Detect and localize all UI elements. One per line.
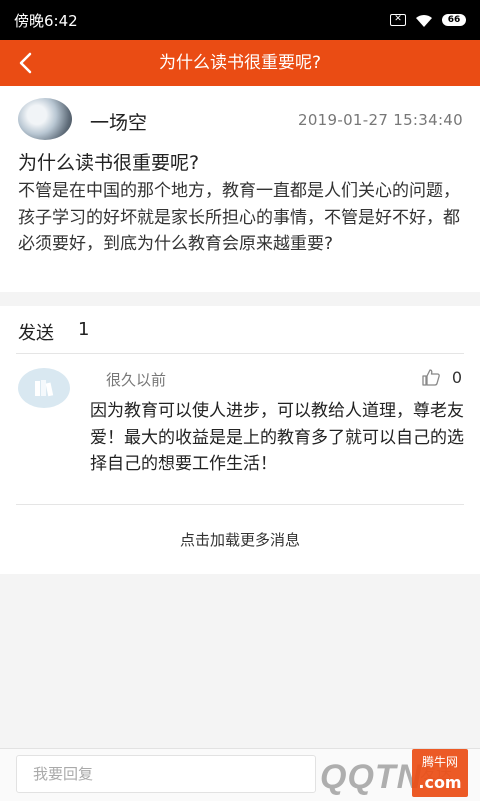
post-body: 不管是在中国的那个地方，教育一直都是人们关心的问题，孩子学习的好坏就是家长所担心… [18,181,460,254]
load-more-button[interactable]: 点击加载更多消息 [0,529,480,550]
comments-label: 发送 [18,323,54,344]
watermark-logo: QQTN [320,758,423,796]
chevron-left-icon [19,52,32,74]
battery-icon: 66 [442,14,466,26]
divider [16,504,464,505]
comments-header: 发送 1 [0,306,480,354]
status-time: 傍晚6:42 [14,11,78,30]
watermark-badge: 腾牛网 .com [412,749,468,797]
post-author[interactable]: 一场空 [90,108,147,135]
reply-input[interactable] [16,755,316,793]
watermark-badge-bottom: .com [418,773,462,792]
nav-bar: 为什么读书很重要呢? [0,40,480,86]
author-avatar[interactable] [18,98,72,140]
sim-x-icon: ✕ [390,14,406,26]
page-title: 为什么读书很重要呢? [158,53,322,73]
commenter-avatar[interactable] [18,368,70,408]
post-title: 为什么读书很重要呢? [18,152,200,174]
post-card: 一场空 2019-01-27 15:34:40 为什么读书很重要呢? 不管是在中… [0,86,480,292]
like-count: 0 [451,368,462,387]
comment-text: 因为教育可以使人进步，可以教给人道理，尊老友爱！最大的收益是是上的教育多了就可以… [90,401,464,474]
reply-bar: 发送 QQTN 腾牛网 .com [0,748,480,801]
wifi-icon [416,14,432,27]
books-icon [35,380,54,397]
post-timestamp: 2019-01-27 15:34:40 [297,111,463,129]
like-button[interactable]: 0 [422,368,462,387]
back-button[interactable] [10,48,40,78]
thumbs-up-icon [422,369,440,386]
comments-list: 很久以前 0 因为教育可以使人进步，可以教给人道理，尊老友爱！最大的收益是是上的… [0,354,480,574]
comments-count: 1 [78,319,90,340]
watermark-badge-top: 腾牛网 [421,755,458,769]
comment-time: 很久以前 [106,371,167,389]
status-bar: 傍晚6:42 ✕ 66 [0,0,480,40]
status-icons: ✕ 66 [390,13,466,28]
